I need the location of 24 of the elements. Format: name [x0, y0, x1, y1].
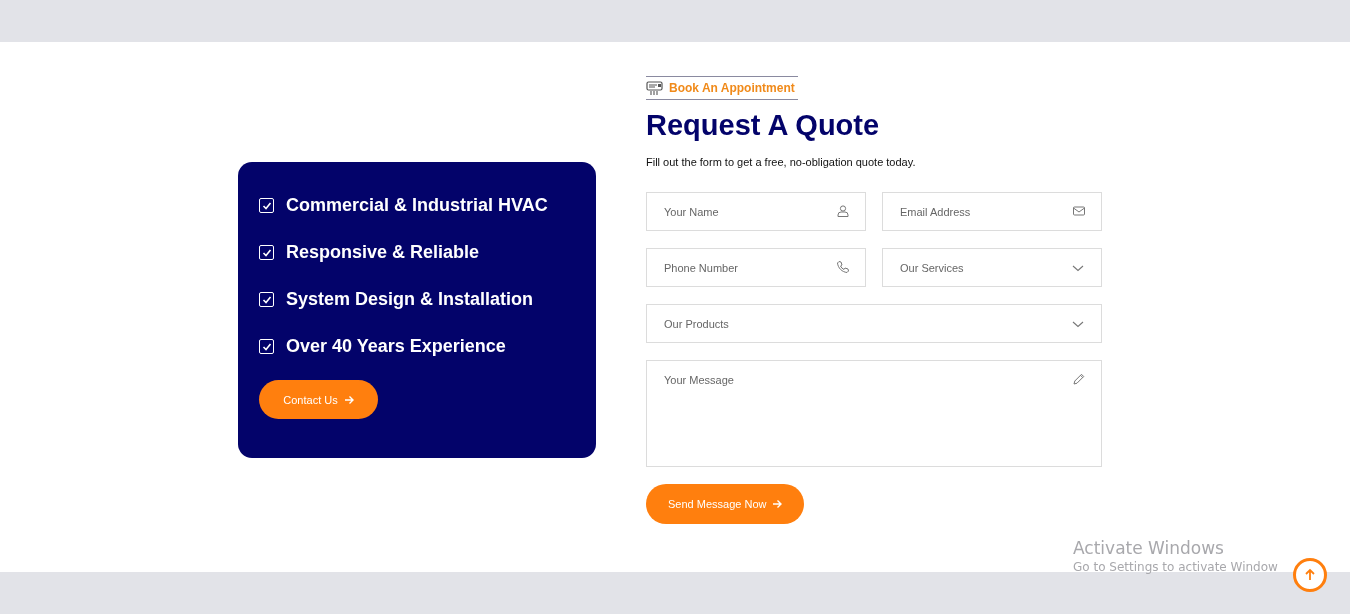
feature-text: Commercial & Industrial HVAC — [286, 195, 548, 216]
tagline-text: Book An Appointment — [669, 81, 795, 95]
user-icon — [836, 204, 850, 218]
form-subtitle: Fill out the form to get a free, no-obligation quote today. — [646, 156, 917, 168]
phone-icon — [836, 260, 850, 274]
email-field[interactable]: Email Address — [882, 192, 1102, 231]
feature-text: System Design & Installation — [286, 289, 534, 310]
message-field[interactable]: Your Message — [646, 360, 1102, 467]
dropdown[interactable]: Our Products — [646, 304, 1102, 343]
activation-text: Go to Settings to activate Window — [1073, 560, 1278, 574]
phone-field[interactable]: Phone Number — [646, 248, 866, 287]
name-field[interactable]: Your Name — [646, 192, 866, 231]
arrow-right-icon — [772, 499, 783, 509]
arrow-right-icon — [343, 394, 354, 405]
arrow-up-icon — [1303, 568, 1317, 582]
mail-icon — [1072, 204, 1086, 218]
dropdown[interactable]: Our Services — [882, 248, 1102, 287]
scroll-top-button[interactable] — [1293, 558, 1327, 592]
activation-title: Activate Windows — [1073, 538, 1225, 558]
feature-text: Responsive & Reliable — [286, 242, 480, 263]
feature-text: Over 40 Years Experience — [286, 336, 506, 357]
pencil-icon — [1072, 372, 1086, 386]
form-title: Request A Quote — [646, 109, 881, 142]
air-conditioner-icon — [646, 79, 664, 97]
